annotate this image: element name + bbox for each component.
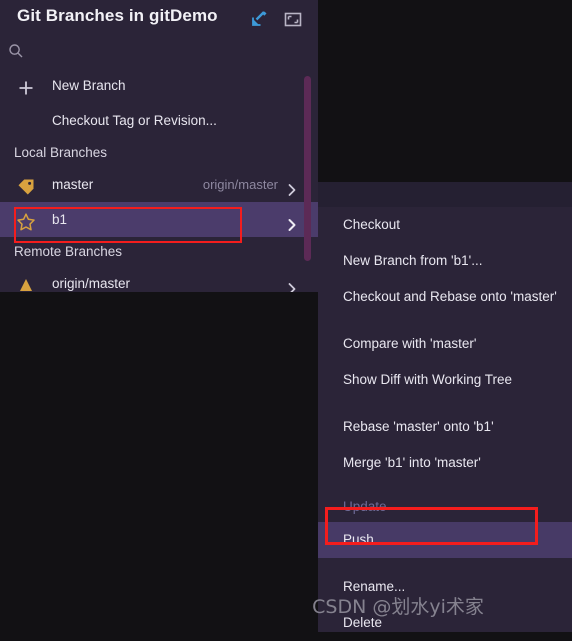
menu-item-push[interactable]: Push... — [318, 522, 572, 558]
branch-row-b1[interactable]: b1 — [0, 202, 318, 237]
context-menu-top-strip — [318, 182, 572, 207]
chevron-right-icon[interactable] — [284, 275, 300, 292]
branch-row-label: master — [52, 177, 94, 192]
branch-list[interactable]: New Branch Checkout Tag or Revision... L… — [0, 68, 318, 292]
menu-item-checkout[interactable]: Checkout — [318, 207, 572, 243]
branch-row-label: b1 — [52, 212, 68, 227]
plus-icon — [16, 76, 36, 96]
branch-row-master[interactable]: master origin/master — [0, 167, 318, 202]
branch-row-tracking: origin/master — [202, 177, 278, 192]
screen-backdrop: Git Branches in gitDemo New Branch Check… — [0, 0, 572, 632]
tag-icon — [16, 175, 36, 195]
menu-item-compare-with[interactable]: Compare with 'master' — [318, 326, 572, 362]
section-header-local-branches: Local Branches — [14, 145, 108, 160]
list-item-label: New Branch — [52, 78, 126, 93]
branch-list-scrollbar[interactable] — [304, 76, 311, 261]
page-title: Git Branches in gitDemo — [17, 6, 218, 25]
git-branches-popup: Git Branches in gitDemo New Branch Check… — [0, 0, 318, 292]
chevron-right-icon[interactable] — [284, 176, 300, 196]
section-header-remote-branches: Remote Branches — [14, 244, 123, 259]
menu-item-checkout-and-rebase[interactable]: Checkout and Rebase onto 'master' — [318, 279, 572, 315]
branch-row-origin-master[interactable]: origin/master — [0, 266, 318, 292]
branch-row-label: origin/master — [52, 276, 131, 291]
open-in-tool-window-icon[interactable] — [248, 8, 270, 30]
menu-item-show-diff-with-working-tree[interactable]: Show Diff with Working Tree — [318, 362, 572, 398]
context-menu-items[interactable]: Checkout New Branch from 'b1'... Checkou… — [318, 207, 572, 641]
restore-window-icon[interactable] — [282, 8, 304, 30]
watermark: CSDN @划水yi术家 — [312, 596, 484, 618]
popup-header: Git Branches in gitDemo — [0, 0, 318, 38]
branch-context-menu: Checkout New Branch from 'b1'... Checkou… — [318, 182, 572, 632]
list-item-checkout-tag-or-revision[interactable]: Checkout Tag or Revision... — [0, 103, 318, 138]
branch-search-row[interactable] — [0, 38, 318, 66]
list-item-new-branch[interactable]: New Branch — [0, 68, 318, 103]
list-item-label: Checkout Tag or Revision... — [52, 113, 217, 128]
star-icon — [16, 210, 36, 231]
search-icon — [8, 43, 24, 59]
chevron-right-icon[interactable] — [284, 211, 300, 231]
search-input[interactable] — [30, 42, 290, 62]
menu-item-new-branch-from[interactable]: New Branch from 'b1'... — [318, 243, 572, 279]
menu-section-label-update: Update — [343, 499, 387, 514]
remote-branch-icon — [16, 274, 36, 292]
menu-item-merge-into[interactable]: Merge 'b1' into 'master' — [318, 445, 572, 481]
menu-item-rebase-onto[interactable]: Rebase 'master' onto 'b1' — [318, 409, 572, 445]
